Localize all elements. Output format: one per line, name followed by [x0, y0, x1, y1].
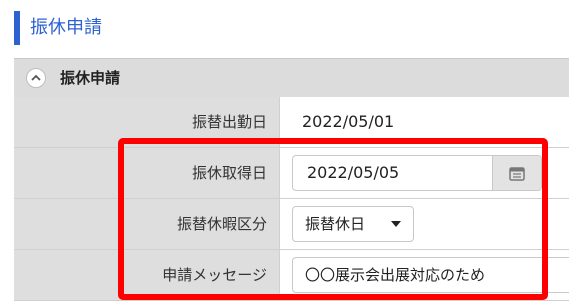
calendar-button[interactable]	[492, 156, 541, 190]
leave-date-input[interactable]: 2022/05/05	[292, 155, 542, 191]
calendar-icon[interactable]	[509, 165, 525, 181]
message-cell: 〇〇展示会出展対応のため	[279, 250, 569, 300]
caret-down-icon[interactable]	[391, 221, 401, 227]
work-date-value: 2022/05/01	[302, 112, 395, 131]
message-value[interactable]: 〇〇展示会出展対応のため	[305, 258, 485, 292]
form-row-message: 申請メッセージ 〇〇展示会出展対応のため	[14, 250, 569, 301]
form-row-leave-type: 振替休暇区分 振替休日	[14, 199, 569, 250]
leave-type-select[interactable]: 振替休日	[292, 206, 414, 242]
leave-type-cell: 振替休日	[279, 199, 569, 249]
page-header: 振休申請	[0, 0, 569, 52]
leave-type-selected[interactable]: 振替休日	[305, 207, 365, 241]
leave-date-label: 振休取得日	[14, 148, 279, 198]
leave-date-value[interactable]: 2022/05/05	[307, 156, 399, 190]
title-accent-bar	[14, 11, 20, 45]
leave-date-cell: 2022/05/05	[279, 148, 569, 198]
message-label: 申請メッセージ	[14, 250, 279, 300]
message-input[interactable]: 〇〇展示会出展対応のため	[292, 257, 569, 293]
form-row-leave-date: 振休取得日 2022/05/05	[14, 148, 569, 199]
leave-type-label: 振替休暇区分	[14, 199, 279, 249]
page-title: 振休申請	[30, 17, 102, 38]
section-header[interactable]: 振休申請	[14, 58, 569, 98]
chevron-up-icon[interactable]	[26, 68, 46, 88]
section-title: 振休申請	[60, 69, 121, 87]
work-date-cell: 2022/05/01	[279, 97, 569, 147]
work-date-label: 振替出勤日	[14, 97, 279, 147]
form-row-work-date: 振替出勤日 2022/05/01	[14, 97, 569, 148]
